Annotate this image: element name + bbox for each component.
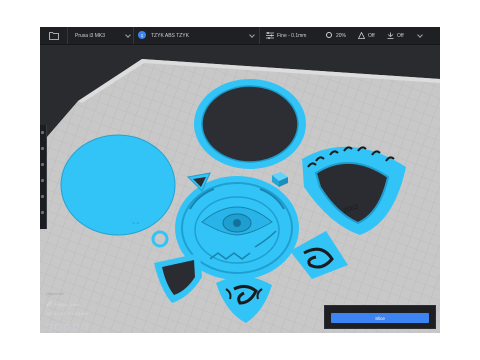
adhesion-icon xyxy=(387,32,394,39)
printer-name: Prusa i3 MK3 xyxy=(75,32,106,39)
open-file-button[interactable] xyxy=(40,27,68,44)
filament-selector[interactable]: 1 TZYK ABS TZYK xyxy=(134,27,260,44)
chevron-down-icon xyxy=(125,32,131,38)
pencil-icon[interactable] xyxy=(46,301,52,307)
action-panel: Slice xyxy=(324,305,436,329)
svg-text:~ ~: ~ ~ xyxy=(132,221,139,227)
slice-button[interactable]: Slice xyxy=(331,313,429,323)
folder-icon xyxy=(49,32,59,40)
printer-selector[interactable]: Prusa i3 MK3 xyxy=(68,27,134,44)
build-plate-scene[interactable]: ~ ~ 2003 xyxy=(40,27,440,333)
per-model-settings-icon[interactable] xyxy=(41,195,44,198)
left-tool-rail xyxy=(40,125,47,229)
chevron-down-icon xyxy=(249,32,255,38)
mirror-tool-icon[interactable] xyxy=(41,179,44,182)
infill-icon xyxy=(326,32,332,38)
3d-viewport[interactable]: ~ ~ 2003 Prusa i3 MK3 1 TZYK ABS TZYK Fi… xyxy=(40,27,440,333)
view-cube-icon[interactable] xyxy=(46,324,52,330)
chevron-down-icon xyxy=(417,32,423,38)
object-dimensions: 187.5 x 167.5 x 2.5 mm xyxy=(46,311,88,316)
support-value: Off xyxy=(368,32,375,39)
view-left-icon[interactable] xyxy=(73,324,79,330)
infill-value: 20% xyxy=(336,32,347,39)
support-icon xyxy=(358,32,365,39)
support-blocker-icon[interactable] xyxy=(41,211,44,214)
object-list-title[interactable]: Object list xyxy=(46,291,64,296)
object-info-panel: Object list PA4M2_base 187.5 x 167.5 x 2… xyxy=(46,291,116,331)
scale-tool-icon[interactable] xyxy=(41,147,44,150)
view-front-icon[interactable] xyxy=(55,324,61,330)
rotate-tool-icon[interactable] xyxy=(41,163,44,166)
model-ring-dish[interactable] xyxy=(194,79,306,169)
filament-name: TZYK ABS TZYK xyxy=(151,32,189,39)
object-name: PA4M2_base xyxy=(55,302,79,307)
quality-value: Fine - 0.1mm xyxy=(277,32,307,39)
view-right-icon[interactable] xyxy=(82,324,88,330)
print-settings-selector[interactable]: Fine - 0.1mm 20% Off Off xyxy=(260,27,428,44)
move-tool-icon[interactable] xyxy=(41,131,44,134)
view-top-icon[interactable] xyxy=(64,324,70,330)
sliders-icon xyxy=(266,32,274,39)
filament-badge: 1 xyxy=(140,32,144,38)
settings-toolbar: Prusa i3 MK3 1 TZYK ABS TZYK Fine - 0.1m… xyxy=(40,27,440,45)
adhesion-value: Off xyxy=(397,32,404,39)
filament-icon: 1 xyxy=(138,31,146,39)
